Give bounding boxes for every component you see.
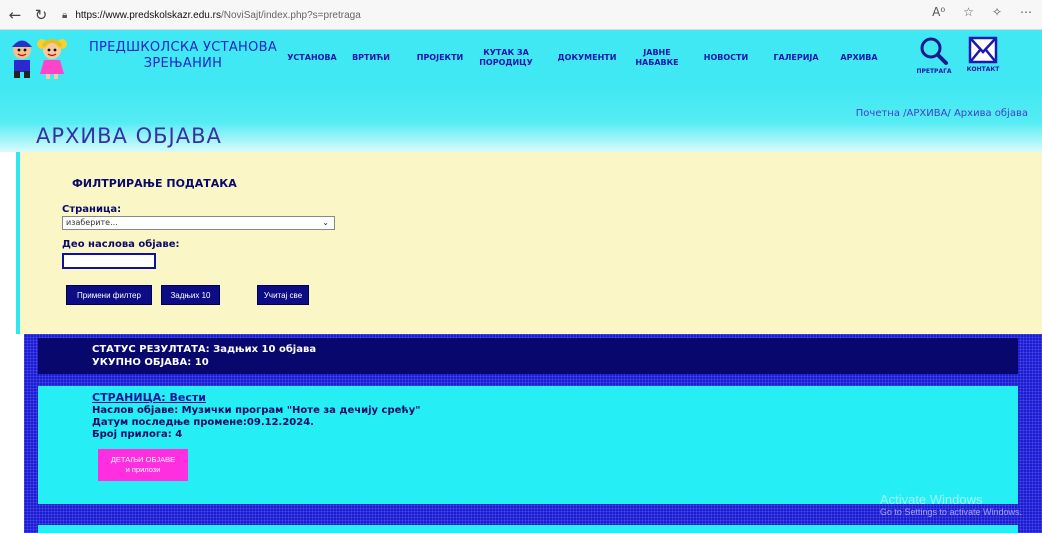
read-aloud-icon[interactable]: A⁰ xyxy=(932,5,945,19)
load-all-button[interactable]: Учитај све xyxy=(257,285,309,305)
apply-filter-button[interactable]: Примени филтер xyxy=(66,285,152,305)
search-icon xyxy=(920,37,948,65)
search-tool[interactable]: ПРЕТРАГА xyxy=(914,36,954,82)
post-card-next xyxy=(38,525,1018,533)
address-bar[interactable]: 🔒︎ https://www.predskolskazr.edu.rs/Novi… xyxy=(62,5,361,25)
post-title: Наслов објаве: Музички програм "Ноте за … xyxy=(92,405,421,416)
page-banner: Почетна /АРХИВА/ Архива објава АРХИВА ОБ… xyxy=(0,86,1042,152)
last-10-button[interactable]: Задњих 10 xyxy=(161,285,220,305)
menu-item-galerija[interactable]: ГАЛЕРИЈА xyxy=(768,30,824,86)
menu-item-arhiva[interactable]: АРХИВА xyxy=(838,30,880,86)
site-title-line1: ПРЕДШКОЛСКА УСТАНОВА xyxy=(88,40,278,55)
menu-item-javne-nabavke[interactable]: ЈАВНЕ НАБАВКЕ xyxy=(632,30,682,86)
kids-logo[interactable] xyxy=(8,36,88,80)
post-details-button[interactable]: ДЕТАЉИ ОБЈАВЕ и прилози xyxy=(98,449,188,481)
details-button-line2: и прилози xyxy=(125,465,161,474)
menu-item-kutak-za-porodicu[interactable]: КУТАК ЗА ПОРОДИЦУ xyxy=(476,30,536,86)
menu-item-ustanova[interactable]: УСТАНОВА xyxy=(284,30,340,86)
menu-item-novosti[interactable]: НОВОСТИ xyxy=(702,30,750,86)
page-select[interactable]: изаберите... ⌄ xyxy=(62,216,335,230)
status-text: СТАТУС РЕЗУЛТАТА: Задњих 10 објава xyxy=(92,344,317,355)
page-title: АРХИВА ОБЈАВА xyxy=(36,124,222,148)
menu-item-dokumenti[interactable]: ДОКУМЕНТИ xyxy=(556,30,618,86)
url-path: /NoviSajt/index.php?s=pretraga xyxy=(220,9,361,21)
watermark-line2: Go to Settings to activate Windows. xyxy=(879,507,1022,517)
total-count-text: УКУПНО ОБЈАВА: 10 xyxy=(92,357,209,368)
chevron-down-icon: ⌄ xyxy=(322,218,329,227)
back-icon[interactable]: ← xyxy=(4,4,26,26)
filter-heading: ФИЛТРИРАЊЕ ПОДАТАКА xyxy=(72,177,237,190)
windows-activation-watermark: Activate Windows Go to Settings to activ… xyxy=(880,492,1022,517)
refresh-icon[interactable]: ↻ xyxy=(30,4,52,26)
more-menu-icon[interactable]: ⋯ xyxy=(1020,5,1032,19)
post-attachments: Број прилога: 4 xyxy=(92,429,183,440)
site-title[interactable]: ПРЕДШКОЛСКА УСТАНОВА ЗРЕЊАНИН xyxy=(88,40,278,72)
favorites-bar-icon[interactable]: ✧ xyxy=(992,5,1002,19)
url-host: https://www.predskolskazr.edu.rs xyxy=(75,9,221,21)
contact-tool[interactable]: КОНТАКТ xyxy=(963,36,1003,82)
page-select-value: изаберите... xyxy=(66,218,118,227)
page-select-label: Страница: xyxy=(62,204,122,215)
watermark-line1: Activate Windows xyxy=(879,492,983,507)
post-date: Датум последње промене:09.12.2024. xyxy=(92,417,314,428)
browser-toolbar: ← ↻ 🔒︎ https://www.predskolskazr.edu.rs /… xyxy=(0,0,1042,30)
site-header: ПРЕДШКОЛСКА УСТАНОВА ЗРЕЊАНИН УСТАНОВА В… xyxy=(0,30,1042,86)
post-page-link[interactable]: СТРАНИЦА: Вести xyxy=(92,391,206,404)
results-status: СТАТУС РЕЗУЛТАТА: Задњих 10 објава УКУПН… xyxy=(38,338,1018,374)
mail-icon xyxy=(968,36,998,64)
menu-item-vrtici[interactable]: ВРТИЋИ xyxy=(350,30,392,86)
lock-icon: 🔒︎ xyxy=(62,9,68,21)
title-filter-input[interactable] xyxy=(62,253,156,269)
menu-item-projekti[interactable]: ПРОЈЕКТИ xyxy=(412,30,468,86)
site-title-line2: ЗРЕЊАНИН xyxy=(143,56,223,71)
title-filter-label: Део наслова објаве: xyxy=(62,239,180,250)
search-label: ПРЕТРАГА xyxy=(916,68,952,75)
favorite-star-icon[interactable]: ☆ xyxy=(963,5,974,19)
details-button-line1: ДЕТАЉИ ОБЈАВЕ xyxy=(110,455,176,464)
post-card: СТРАНИЦА: Вести Наслов објаве: Музички п… xyxy=(38,386,1018,504)
filter-panel: ФИЛТРИРАЊЕ ПОДАТАКА Страница: изаберите.… xyxy=(16,152,1042,334)
breadcrumb[interactable]: Почетна /АРХИВА/ Архива објава xyxy=(856,108,1028,119)
contact-label: КОНТАКТ xyxy=(966,66,1000,73)
